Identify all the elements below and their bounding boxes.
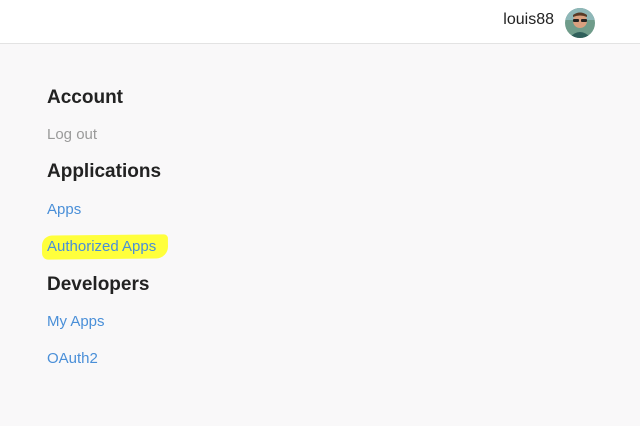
developers-heading: Developers <box>47 274 150 295</box>
authorized-apps-link[interactable]: Authorized Apps <box>47 238 156 255</box>
account-heading: Account <box>47 87 123 108</box>
username-link[interactable]: louis88 <box>503 11 554 29</box>
oauth2-link[interactable]: OAuth2 <box>47 350 98 367</box>
apps-link[interactable]: Apps <box>47 201 81 218</box>
top-bar: louis88 <box>0 0 640 44</box>
applications-heading: Applications <box>47 161 162 182</box>
my-apps-link[interactable]: My Apps <box>47 313 105 330</box>
logout-link[interactable]: Log out <box>47 126 97 143</box>
user-avatar-icon[interactable] <box>565 8 595 38</box>
